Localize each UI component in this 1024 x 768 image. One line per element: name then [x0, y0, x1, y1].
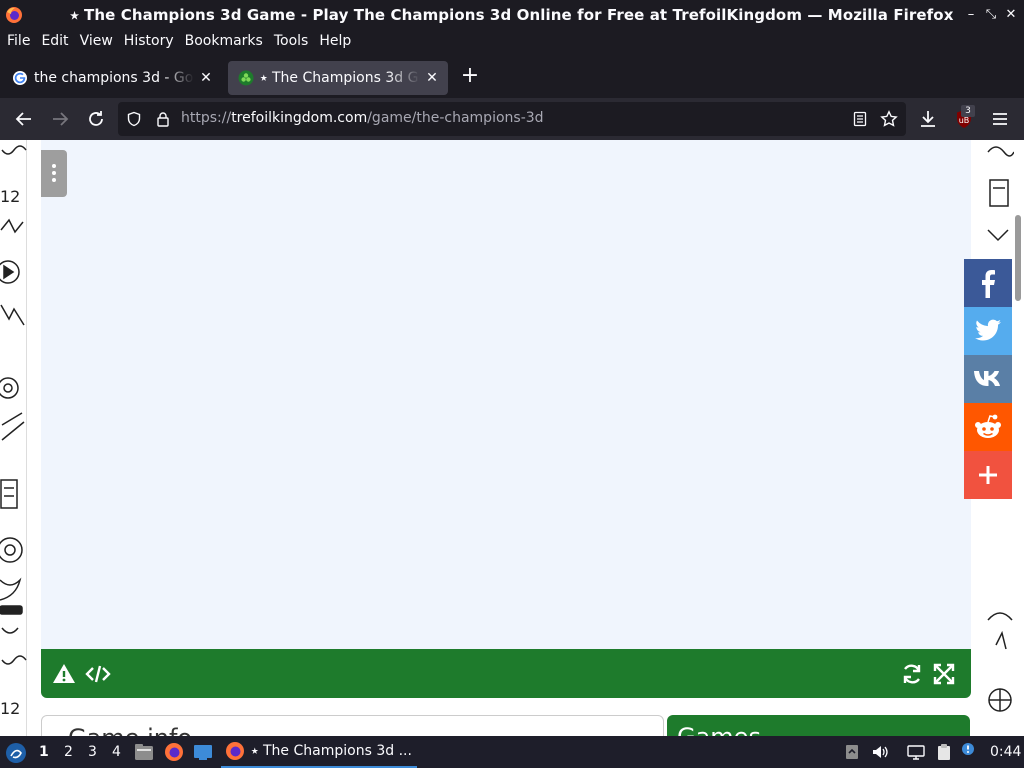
- file-manager-icon[interactable]: [134, 742, 154, 762]
- url-path: /game/the-champions-3d: [367, 110, 544, 126]
- start-menu-icon[interactable]: [5, 742, 27, 764]
- new-tab-button[interactable]: +: [458, 65, 482, 89]
- doodle-background-left: 12 12: [0, 140, 27, 736]
- svg-text:12: 12: [0, 699, 20, 718]
- navigation-toolbar: https://trefoilkingdom.com/game/the-cham…: [0, 98, 1024, 140]
- url-text[interactable]: https://trefoilkingdom.com/game/the-cham…: [181, 110, 544, 126]
- menu-bar: File Edit View History Bookmarks Tools H…: [0, 30, 1024, 52]
- close-window-icon[interactable]: ✕: [1002, 6, 1020, 24]
- minimize-icon[interactable]: –: [962, 6, 980, 24]
- url-scheme: https://: [181, 110, 232, 126]
- tab-bar: the champions 3d - Google Search ✕ ⭑ The…: [0, 58, 1024, 96]
- notification-icon[interactable]: [959, 741, 977, 759]
- vk-icon: [974, 371, 1000, 386]
- tab-google-search[interactable]: the champions 3d - Google Search ✕: [2, 61, 222, 95]
- restart-icon[interactable]: [899, 661, 925, 687]
- panel-title: Game info: [68, 724, 192, 736]
- svg-text:12: 12: [0, 187, 20, 206]
- menu-history[interactable]: History: [119, 33, 179, 49]
- close-tab-icon[interactable]: ✕: [424, 70, 440, 86]
- menu-edit[interactable]: Edit: [36, 33, 73, 49]
- panel-title: Games: [677, 723, 761, 736]
- clipboard-icon[interactable]: [935, 743, 953, 761]
- volume-icon[interactable]: [871, 743, 889, 761]
- tab-champions-3d[interactable]: ⭑ The Champions 3d Game - Play The Champ…: [228, 61, 448, 95]
- reload-icon[interactable]: [84, 107, 108, 131]
- workspace-4[interactable]: 4: [112, 744, 121, 760]
- url-host: trefoilkingdom.com: [231, 110, 368, 126]
- trefoil-favicon-icon: [238, 70, 254, 86]
- tab-label: the champions 3d - Google Search: [34, 70, 194, 86]
- network-icon[interactable]: [907, 743, 925, 761]
- bookmark-star-icon[interactable]: [880, 110, 898, 128]
- plus-icon: [979, 466, 997, 484]
- twitter-bird-icon: [975, 319, 1001, 341]
- lock-icon[interactable]: [155, 111, 171, 127]
- report-warning-icon[interactable]: [51, 661, 77, 687]
- tracking-shield-icon[interactable]: [126, 111, 142, 127]
- menu-file[interactable]: File: [2, 33, 35, 49]
- share-twitter-button[interactable]: [964, 307, 1012, 355]
- url-bar[interactable]: https://trefoilkingdom.com/game/the-cham…: [118, 102, 906, 136]
- taskbar-window-firefox[interactable]: ⭑ The Champions 3d ...: [221, 736, 417, 768]
- google-favicon-icon: [13, 71, 27, 85]
- show-desktop-icon[interactable]: [193, 742, 213, 762]
- restore-icon[interactable]: ⤡: [982, 6, 1000, 24]
- extension-badge-count: 3: [961, 105, 975, 117]
- share-reddit-button[interactable]: [964, 403, 1012, 451]
- window-titlebar: ⭑ The Champions 3d Game - Play The Champ…: [0, 0, 1024, 30]
- firefox-launcher-icon[interactable]: [164, 742, 184, 762]
- workspace-3[interactable]: 3: [88, 744, 97, 760]
- frame-options-button[interactable]: [41, 150, 67, 197]
- tray-scroll-up-icon[interactable]: [843, 743, 861, 761]
- svg-text:uB: uB: [959, 116, 970, 125]
- close-tab-icon[interactable]: ✕: [198, 70, 214, 86]
- workspace-1[interactable]: 1: [39, 744, 49, 760]
- share-more-button[interactable]: [964, 451, 1012, 499]
- reddit-icon: [975, 414, 1001, 438]
- facebook-icon: [982, 270, 995, 298]
- workspace-2[interactable]: 2: [64, 744, 73, 760]
- menu-help[interactable]: Help: [314, 33, 356, 49]
- fullscreen-icon[interactable]: [931, 661, 957, 687]
- hamburger-menu-icon[interactable]: [988, 107, 1012, 131]
- game-info-panel: Game info: [41, 715, 664, 736]
- game-control-bar: [41, 649, 971, 698]
- clock: 0:44: [990, 744, 1022, 760]
- page-scrollbar-thumb[interactable]: [1015, 215, 1021, 301]
- tab-label: ⭑ The Champions 3d Game - Play The Champ…: [260, 70, 420, 86]
- window-title: ⭑ The Champions 3d Game - Play The Champ…: [70, 6, 954, 24]
- menu-view[interactable]: View: [75, 33, 118, 49]
- share-facebook-button[interactable]: [964, 259, 1012, 307]
- downloads-icon[interactable]: [916, 107, 940, 131]
- reader-view-icon[interactable]: [852, 111, 868, 127]
- firefox-window-icon: [226, 742, 244, 760]
- forward-arrow-icon[interactable]: [48, 107, 72, 131]
- back-arrow-icon[interactable]: [12, 107, 36, 131]
- game-iframe-area[interactable]: [41, 140, 971, 649]
- share-vk-button[interactable]: [964, 355, 1012, 403]
- menu-tools[interactable]: Tools: [269, 33, 314, 49]
- embed-code-icon[interactable]: [85, 661, 111, 687]
- system-taskbar: 1 2 3 4 ⭑ The Champions 3d ... 0:44: [0, 736, 1024, 768]
- page-content: 12 12: [0, 140, 1024, 736]
- games-panel: Games: [667, 715, 970, 736]
- taskbar-window-title: ⭑ The Champions 3d ...: [251, 743, 412, 759]
- menu-bookmarks[interactable]: Bookmarks: [180, 33, 268, 49]
